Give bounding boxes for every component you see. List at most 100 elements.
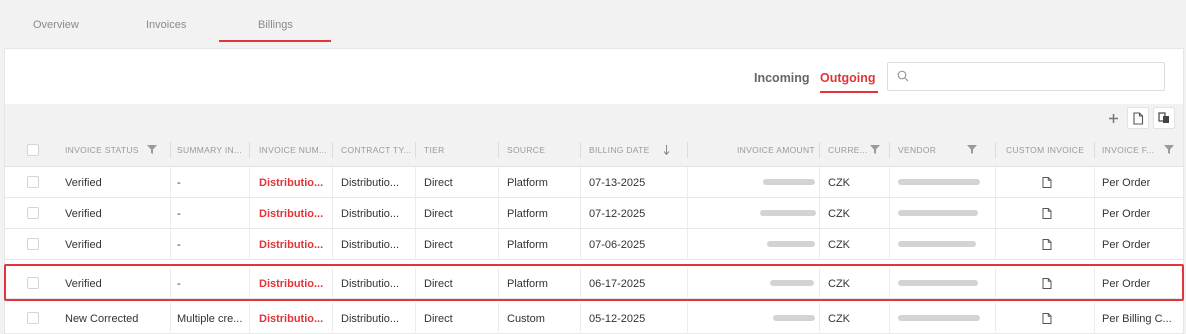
vendor-redacted xyxy=(898,241,976,247)
invoice-number-link[interactable]: Distributio... xyxy=(259,303,323,334)
table-row[interactable]: Verified - Distributio... Distributio...… xyxy=(5,229,1183,260)
outgoing-toggle[interactable]: Outgoing xyxy=(820,71,876,85)
outgoing-indicator xyxy=(820,91,878,93)
document-icon[interactable] xyxy=(1042,239,1052,250)
frequency-cell: Per Order xyxy=(1102,176,1151,189)
currency-cell: CZK xyxy=(828,277,850,290)
status-cell: Verified xyxy=(65,176,102,189)
search-icon xyxy=(897,70,909,82)
sort-descending-icon[interactable] xyxy=(663,145,670,155)
filter-icon[interactable] xyxy=(1164,145,1174,154)
col-vendor[interactable]: VENDOR xyxy=(898,133,936,167)
summary-cell: - xyxy=(177,238,181,251)
plus-icon xyxy=(1108,113,1118,123)
status-cell: Verified xyxy=(65,207,102,220)
copy-button[interactable] xyxy=(1153,107,1175,129)
invoice-number-link[interactable]: Distributio... xyxy=(259,167,323,198)
contract-type-cell: Distributio... xyxy=(341,238,400,251)
col-tier[interactable]: TIER xyxy=(424,133,445,167)
summary-cell: - xyxy=(177,277,181,290)
invoice-amount-redacted xyxy=(760,210,816,216)
col-invoice-amount[interactable]: INVOICE AMOUNT xyxy=(737,133,815,167)
col-invoice-number[interactable]: INVOICE NUM... xyxy=(259,133,327,167)
source-cell: Custom xyxy=(507,312,545,325)
filter-icon[interactable] xyxy=(870,145,880,154)
col-invoice-frequency[interactable]: INVOICE F... xyxy=(1102,133,1154,167)
table-row[interactable]: Verified - Distributio... Distributio...… xyxy=(5,198,1183,229)
currency-cell: CZK xyxy=(828,238,850,251)
billings-panel: Incoming Outgoing INVOICE STATUS SUMMARY… xyxy=(4,48,1184,334)
invoice-number-link[interactable]: Distributio... xyxy=(259,229,323,260)
tab-overview[interactable]: Overview xyxy=(33,19,79,31)
col-invoice-status[interactable]: INVOICE STATUS xyxy=(65,133,139,167)
new-document-button[interactable] xyxy=(1127,107,1149,129)
col-contract-type[interactable]: CONTRACT TY... xyxy=(341,133,411,167)
source-cell: Platform xyxy=(507,277,548,290)
billing-date-cell: 07-12-2025 xyxy=(589,207,646,220)
search-input[interactable] xyxy=(916,68,1156,86)
col-currency[interactable]: CURRE... xyxy=(828,133,868,167)
source-cell: Platform xyxy=(507,238,548,251)
billing-date-cell: 05-12-2025 xyxy=(589,312,646,325)
tier-cell: Direct xyxy=(424,312,453,325)
invoice-amount-redacted xyxy=(773,315,815,321)
search-field[interactable] xyxy=(887,62,1165,91)
summary-cell: - xyxy=(177,207,181,220)
row-checkbox[interactable] xyxy=(27,277,39,289)
col-custom-invoice[interactable]: CUSTOM INVOICE xyxy=(1006,133,1084,167)
tier-cell: Direct xyxy=(424,176,453,189)
billing-date-cell: 07-06-2025 xyxy=(589,238,646,251)
currency-cell: CZK xyxy=(828,207,850,220)
document-icon[interactable] xyxy=(1042,313,1052,324)
tab-billings[interactable]: Billings xyxy=(258,19,293,31)
col-billing-date[interactable]: BILLING DATE xyxy=(589,133,650,167)
source-cell: Platform xyxy=(507,176,548,189)
vendor-redacted xyxy=(898,210,978,216)
copy-icon xyxy=(1158,112,1169,123)
document-icon xyxy=(1133,111,1144,125)
invoice-amount-redacted xyxy=(770,280,814,286)
table-row[interactable]: New Corrected Multiple cre... Distributi… xyxy=(5,303,1183,334)
table-header: INVOICE STATUS SUMMARY IN... INVOICE NUM… xyxy=(5,133,1183,167)
row-checkbox[interactable] xyxy=(27,312,39,324)
add-button[interactable] xyxy=(1102,107,1124,129)
tab-invoices[interactable]: Invoices xyxy=(146,19,186,31)
contract-type-cell: Distributio... xyxy=(341,277,400,290)
row-checkbox[interactable] xyxy=(27,238,39,250)
billing-date-cell: 07-13-2025 xyxy=(589,176,646,189)
document-icon[interactable] xyxy=(1042,208,1052,219)
frequency-cell: Per Order xyxy=(1102,277,1151,290)
summary-cell: - xyxy=(177,176,181,189)
document-icon[interactable] xyxy=(1042,278,1052,289)
vendor-redacted xyxy=(898,179,980,185)
tier-cell: Direct xyxy=(424,207,453,220)
col-summary[interactable]: SUMMARY IN... xyxy=(177,133,242,167)
billing-date-cell: 06-17-2025 xyxy=(589,277,646,290)
currency-cell: CZK xyxy=(828,312,850,325)
table-row[interactable]: Verified - Distributio... Distributio...… xyxy=(5,167,1183,198)
select-all-checkbox[interactable] xyxy=(27,144,39,156)
col-source[interactable]: SOURCE xyxy=(507,133,545,167)
table-row-highlighted[interactable]: Verified - Distributio... Distributio...… xyxy=(5,268,1183,299)
filter-icon[interactable] xyxy=(967,145,977,154)
row-checkbox[interactable] xyxy=(27,207,39,219)
summary-cell: Multiple cre... xyxy=(177,312,243,325)
top-tabs: Overview Invoices Billings xyxy=(0,0,1186,42)
source-cell: Platform xyxy=(507,207,548,220)
invoice-amount-redacted xyxy=(767,241,815,247)
contract-type-cell: Distributio... xyxy=(341,176,400,189)
invoice-number-link[interactable]: Distributio... xyxy=(259,268,323,299)
row-checkbox[interactable] xyxy=(27,176,39,188)
document-icon[interactable] xyxy=(1042,177,1052,188)
vendor-redacted xyxy=(898,315,980,321)
frequency-cell: Per Order xyxy=(1102,238,1151,251)
status-cell: Verified xyxy=(65,277,102,290)
incoming-toggle[interactable]: Incoming xyxy=(754,71,810,85)
filter-icon[interactable] xyxy=(147,145,157,154)
vendor-redacted xyxy=(898,280,978,286)
currency-cell: CZK xyxy=(828,176,850,189)
invoice-number-link[interactable]: Distributio... xyxy=(259,198,323,229)
status-cell: New Corrected xyxy=(65,312,139,325)
frequency-cell: Per Order xyxy=(1102,207,1151,220)
invoice-amount-redacted xyxy=(763,179,815,185)
